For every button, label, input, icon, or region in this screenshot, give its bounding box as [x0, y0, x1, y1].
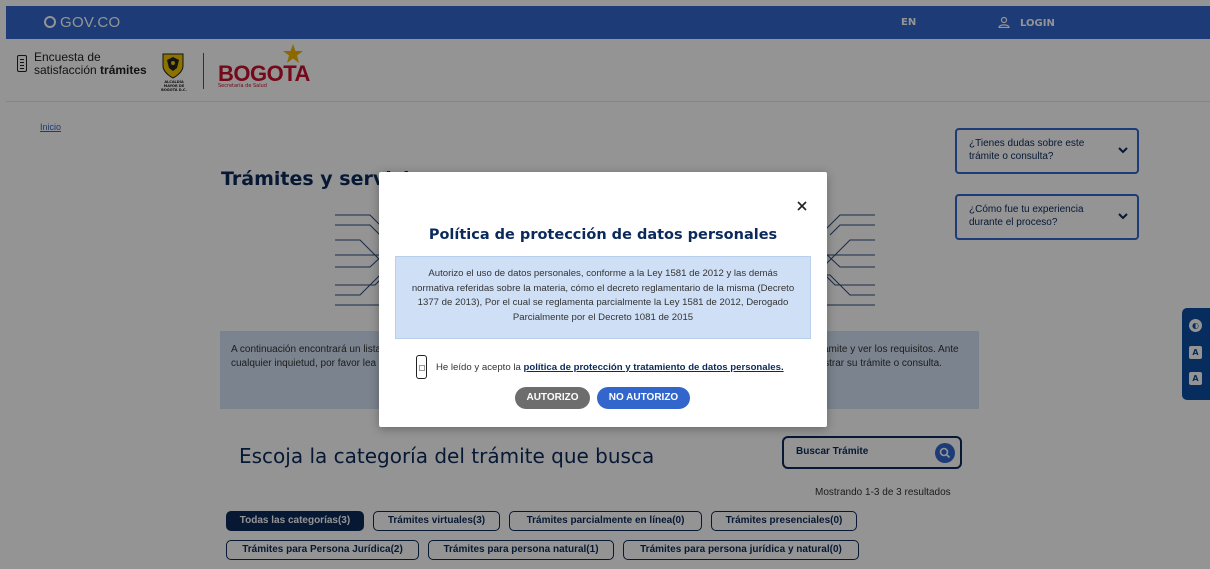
data-policy-modal: Política de protección de datos personal… — [379, 172, 827, 427]
accept-label: He leído y acepto la política de protecc… — [436, 362, 784, 373]
modal-title: Política de protección de datos personal… — [428, 227, 778, 243]
close-icon[interactable] — [796, 200, 808, 212]
accept-prefix: He leído y acepto la — [436, 362, 524, 373]
not-authorize-button[interactable]: NO AUTORIZO — [597, 387, 690, 409]
accept-row: He leído y acepto la política de protecc… — [416, 353, 816, 383]
privacy-policy-link[interactable]: política de protección y tratamiento de … — [523, 362, 783, 373]
accept-checkbox[interactable] — [416, 355, 427, 379]
modal-policy-text: Autorizo el uso de datos personales, con… — [395, 256, 811, 339]
authorize-button[interactable]: AUTORIZO — [515, 387, 590, 409]
